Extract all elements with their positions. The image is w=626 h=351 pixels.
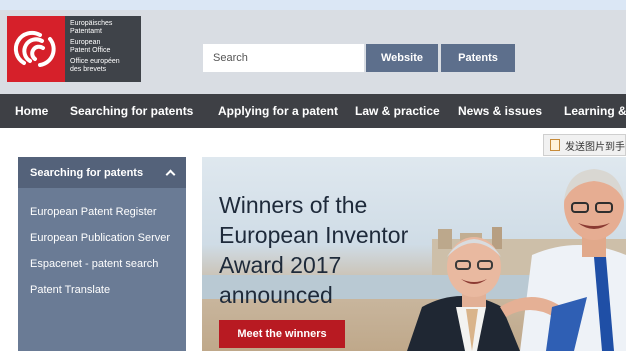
logo-line: Office européen bbox=[70, 58, 120, 65]
translate-to-phone-button[interactable]: 发送图片到手机 bbox=[543, 134, 626, 156]
epo-logo-mark-icon bbox=[7, 16, 65, 82]
logo-line: Patentamt bbox=[70, 28, 102, 35]
logo-line: Europäisches bbox=[70, 20, 113, 27]
logo-line: European bbox=[70, 39, 101, 46]
main-nav: Home Searching for patents Applying for … bbox=[0, 94, 626, 128]
sidebar-link-register[interactable]: European Patent Register bbox=[30, 206, 157, 218]
browser-top-strip bbox=[0, 0, 626, 10]
sidebar: Searching for patents European Patent Re… bbox=[18, 157, 186, 351]
hero-title-line: European Inventor bbox=[219, 222, 409, 248]
sidebar-link-patent-translate[interactable]: Patent Translate bbox=[30, 284, 110, 296]
sidebar-link-publication-server[interactable]: European Publication Server bbox=[30, 232, 170, 244]
nav-item-searching[interactable]: Searching for patents bbox=[70, 94, 193, 128]
hero-title-line: announced bbox=[219, 282, 333, 308]
nav-item-home[interactable]: Home bbox=[15, 94, 48, 128]
hero-banner: Winners of the European Inventor Award 2… bbox=[202, 157, 626, 351]
nav-item-law[interactable]: Law & practice bbox=[355, 94, 440, 128]
sidebar-title: Searching for patents bbox=[30, 166, 144, 179]
translate-chip-label: 发送图片到手机 bbox=[565, 141, 625, 153]
search-input[interactable]: Search bbox=[203, 44, 364, 72]
hero-title: Winners of the European Inventor Award 2… bbox=[219, 190, 434, 310]
meet-the-winners-button[interactable]: Meet the winners bbox=[219, 320, 345, 348]
hero-title-line: Award 2017 bbox=[219, 252, 342, 278]
search-patents-button[interactable]: Patents bbox=[441, 44, 515, 72]
nav-item-applying[interactable]: Applying for a patent bbox=[218, 94, 338, 128]
logo-wordmark: Europäisches Patentamt European Patent O… bbox=[65, 16, 120, 82]
nav-item-learning[interactable]: Learning & bbox=[564, 94, 626, 128]
hero-title-line: Winners of the bbox=[219, 192, 368, 218]
search-website-button[interactable]: Website bbox=[366, 44, 438, 72]
epo-logo[interactable]: Europäisches Patentamt European Patent O… bbox=[7, 16, 141, 82]
sidebar-header[interactable]: Searching for patents bbox=[18, 157, 186, 188]
nav-item-news[interactable]: News & issues bbox=[458, 94, 542, 128]
chevron-up-icon bbox=[165, 169, 176, 180]
search-placeholder: Search bbox=[213, 52, 248, 64]
logo-line: Patent Office bbox=[70, 47, 111, 54]
logo-line: des brevets bbox=[70, 66, 107, 73]
sidebar-link-espacenet[interactable]: Espacenet - patent search bbox=[30, 258, 158, 270]
document-icon bbox=[550, 139, 560, 151]
